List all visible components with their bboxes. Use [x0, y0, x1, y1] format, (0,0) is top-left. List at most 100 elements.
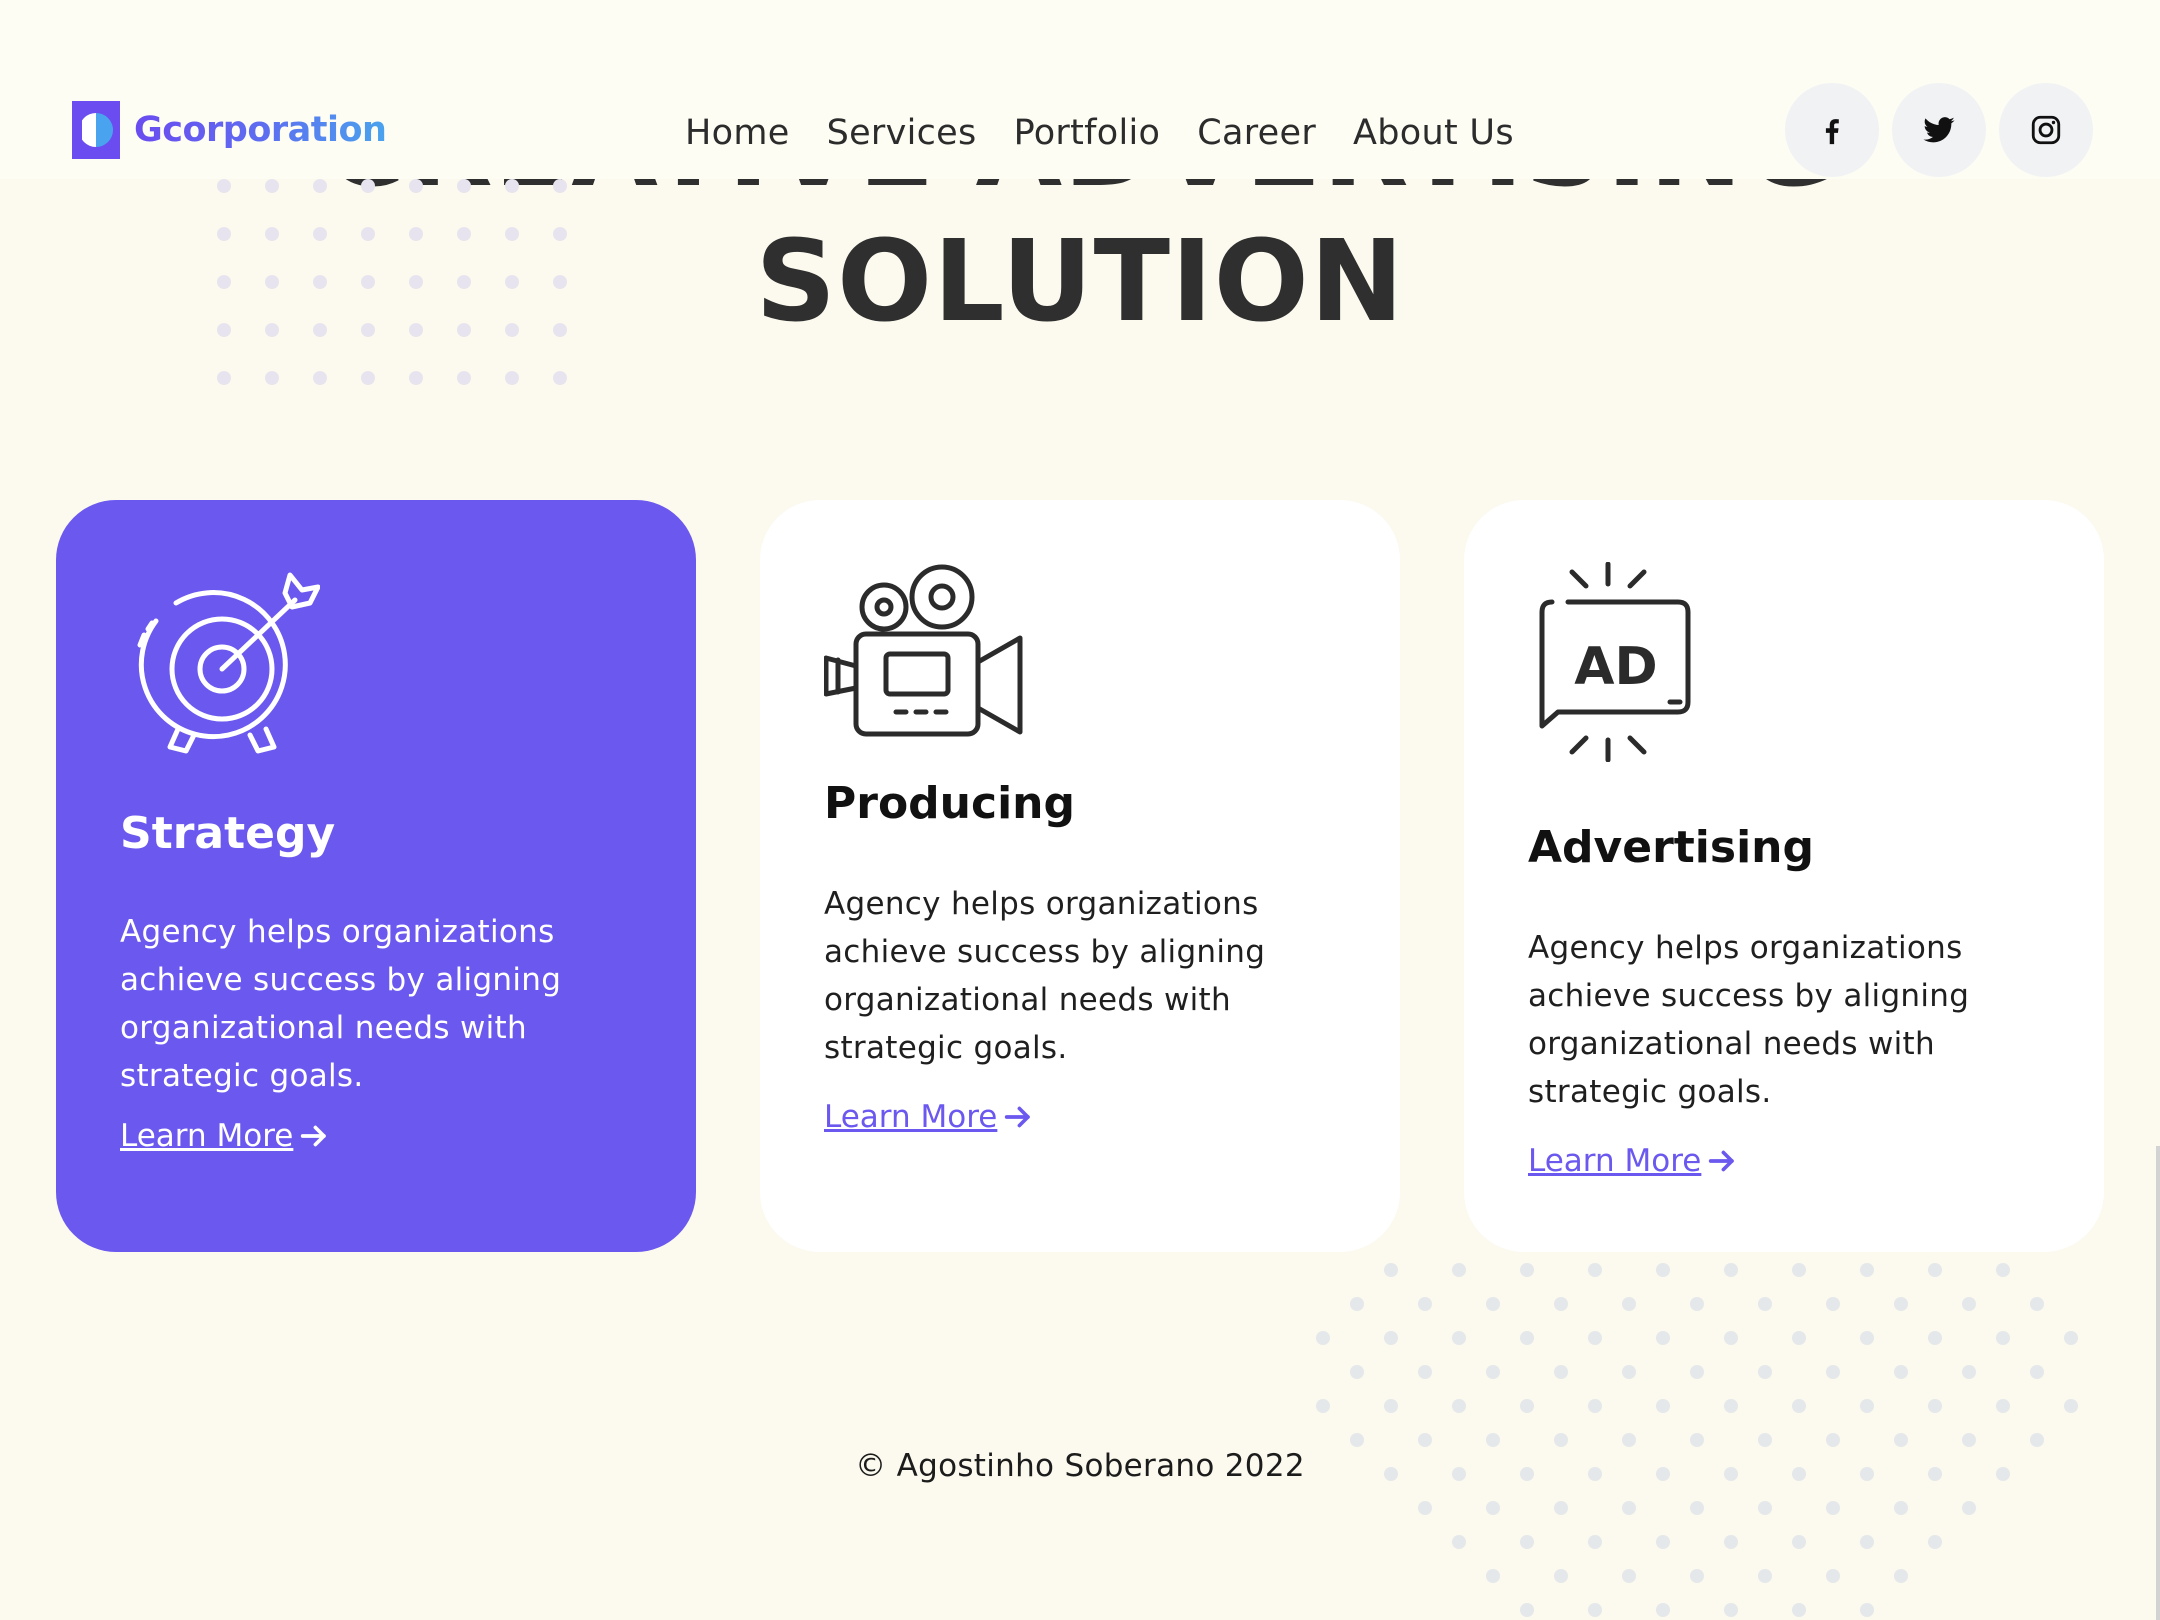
dot: [1962, 1433, 1976, 1447]
dot: [1350, 1297, 1364, 1311]
instagram-icon: [2031, 115, 2061, 145]
nav-about-us[interactable]: About Us: [1353, 113, 1514, 153]
dot: [1486, 1297, 1500, 1311]
scrollbar[interactable]: [2156, 1146, 2160, 1620]
dot: [1622, 1433, 1636, 1447]
dot: [1350, 1433, 1364, 1447]
dot: [1690, 1569, 1704, 1583]
learn-more-label: Learn More: [824, 1099, 998, 1135]
video-camera-icon: [824, 564, 1023, 737]
dot: [1894, 1365, 1908, 1379]
dot: [1554, 1569, 1568, 1583]
dot: [1792, 1331, 1806, 1345]
target-arrow-icon: [137, 572, 320, 754]
dot: [1418, 1365, 1432, 1379]
dot: [1724, 1331, 1738, 1345]
instagram-button[interactable]: [1999, 83, 2093, 177]
dot: [1316, 1331, 1330, 1345]
footer-copyright: © Agostinho Soberano 2022: [855, 1448, 1305, 1484]
dot: [1928, 1399, 1942, 1413]
dot: [1996, 1331, 2010, 1345]
facebook-button[interactable]: [1785, 83, 1879, 177]
logo[interactable]: Gcorporation: [72, 101, 387, 159]
dot: [1826, 1365, 1840, 1379]
dot: [1724, 1535, 1738, 1549]
dot: [2030, 1365, 2044, 1379]
dot: [2030, 1297, 2044, 1311]
dot: [1962, 1501, 1976, 1515]
dot: [1622, 1297, 1636, 1311]
dot: [1622, 1569, 1636, 1583]
dot: [1860, 1535, 1874, 1549]
logo-text: Gcorporation: [134, 110, 387, 150]
dot: [1486, 1433, 1500, 1447]
dot: [2030, 1433, 2044, 1447]
dot: [1690, 1433, 1704, 1447]
card-title: Strategy: [120, 808, 336, 859]
site-header: Gcorporation Home Services Portfolio Car…: [0, 0, 2160, 179]
twitter-button[interactable]: [1892, 83, 1986, 177]
arrow-right-icon: [1005, 1106, 1031, 1128]
learn-more-link[interactable]: Learn More: [1528, 1143, 1739, 1179]
dot: [1486, 1501, 1500, 1515]
main-nav: Home Services Portfolio Career About Us: [685, 113, 1514, 153]
nav-portfolio[interactable]: Portfolio: [1014, 113, 1161, 153]
dot: [1894, 1501, 1908, 1515]
dot: [1554, 1297, 1568, 1311]
dot: [1724, 1603, 1738, 1617]
logo-mark-icon: [72, 101, 120, 159]
learn-more-link[interactable]: Learn More: [824, 1099, 1035, 1135]
dot: [1554, 1365, 1568, 1379]
dot: [1792, 1399, 1806, 1413]
dot: [1418, 1297, 1432, 1311]
dot: [1826, 1501, 1840, 1515]
nav-career[interactable]: Career: [1197, 113, 1316, 153]
dot: [1452, 1399, 1466, 1413]
nav-home[interactable]: Home: [685, 113, 790, 153]
dot: [1452, 1535, 1466, 1549]
ad-speech-bubble-icon: AD: [1539, 562, 1691, 762]
dot: [1690, 1365, 1704, 1379]
dot: [1520, 1331, 1534, 1345]
dot: [1928, 1535, 1942, 1549]
nav-services[interactable]: Services: [827, 113, 977, 153]
dot: [1588, 1263, 1602, 1277]
dot: [1452, 1263, 1466, 1277]
dot: [1792, 1263, 1806, 1277]
facebook-icon: [1825, 119, 1839, 145]
dot: [1758, 1569, 1772, 1583]
dot: [1486, 1569, 1500, 1583]
dot: [1860, 1263, 1874, 1277]
dot: [1860, 1399, 1874, 1413]
dot: [1384, 1399, 1398, 1413]
dot: [1758, 1433, 1772, 1447]
dot: [1622, 1501, 1636, 1515]
dot: [1418, 1433, 1432, 1447]
arrow-right-icon: [301, 1125, 327, 1147]
dot: [1588, 1535, 1602, 1549]
dot: [1656, 1263, 1670, 1277]
dot: [1758, 1501, 1772, 1515]
card-title: Producing: [824, 778, 1075, 829]
dot: [1724, 1263, 1738, 1277]
learn-more-link[interactable]: Learn More: [120, 1118, 331, 1154]
dot: [1622, 1365, 1636, 1379]
dot: [1520, 1399, 1534, 1413]
dot: [1792, 1603, 1806, 1617]
arrow-right-icon: [1709, 1150, 1735, 1172]
dot: [1554, 1433, 1568, 1447]
dot: [1758, 1365, 1772, 1379]
dot: [1894, 1297, 1908, 1311]
dot: [1690, 1501, 1704, 1515]
dot: [1588, 1331, 1602, 1345]
dot: [1724, 1399, 1738, 1413]
dot: [1656, 1535, 1670, 1549]
dot: [1520, 1263, 1534, 1277]
service-card-advertising: AD Advertising Agency helps organization…: [1464, 500, 2104, 1252]
dot: [1656, 1399, 1670, 1413]
dot: [1962, 1297, 1976, 1311]
dot: [1860, 1603, 1874, 1617]
dot: [1520, 1535, 1534, 1549]
twitter-icon: [1923, 117, 1955, 143]
dot: [1486, 1365, 1500, 1379]
